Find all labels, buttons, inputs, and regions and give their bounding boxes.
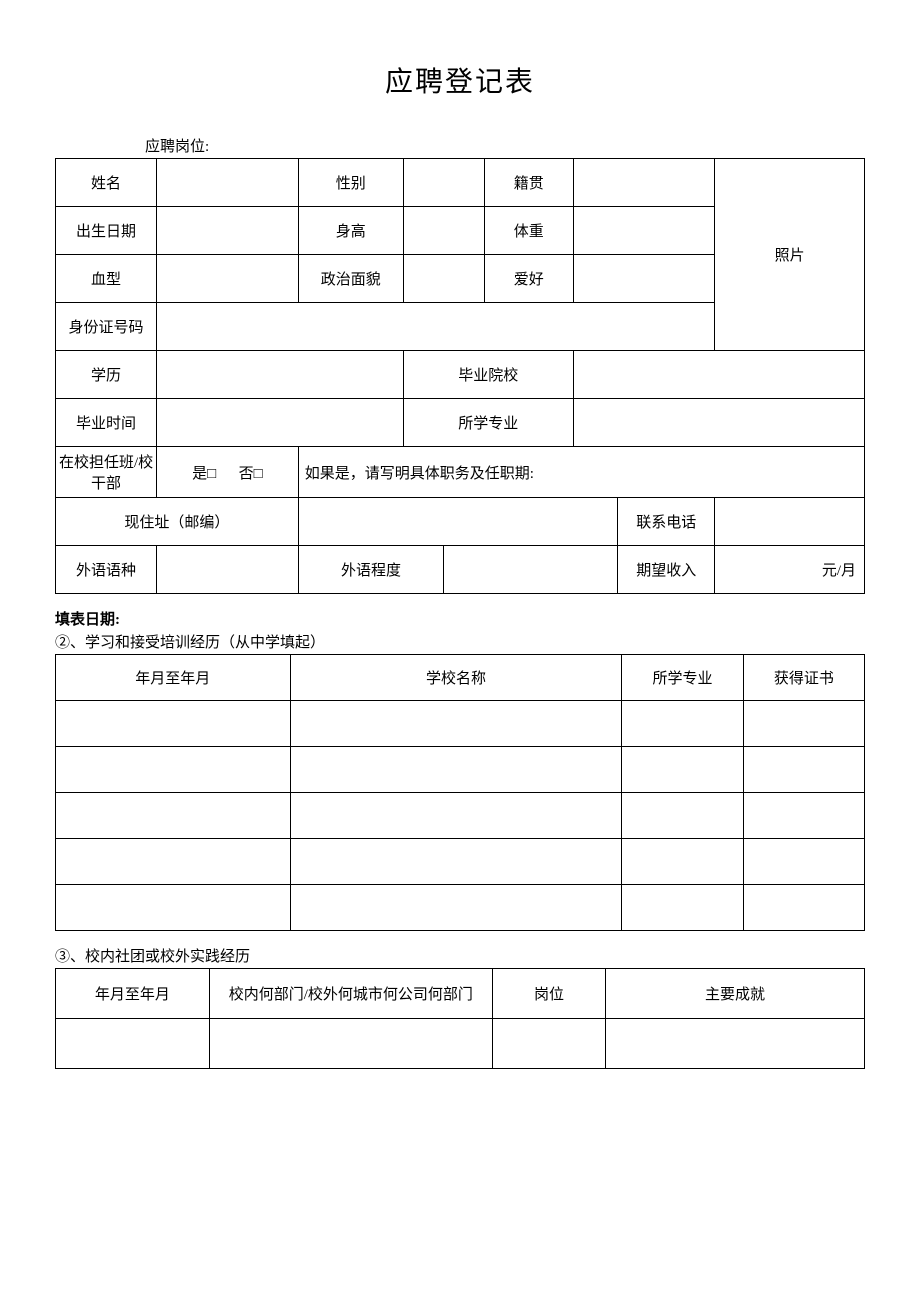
hobby-value[interactable] bbox=[573, 255, 715, 303]
edu-school-cell[interactable] bbox=[290, 839, 622, 885]
birth-value[interactable] bbox=[157, 207, 299, 255]
major-label: 所学专业 bbox=[403, 399, 573, 447]
edu-major-cell[interactable] bbox=[622, 747, 743, 793]
edu-school-cell[interactable] bbox=[290, 701, 622, 747]
table-row bbox=[56, 839, 865, 885]
name-value[interactable] bbox=[157, 159, 299, 207]
edu-cert-cell[interactable] bbox=[743, 747, 864, 793]
edu-cert-cell[interactable] bbox=[743, 839, 864, 885]
photo-cell: 照片 bbox=[715, 159, 865, 351]
weight-label: 体重 bbox=[484, 207, 573, 255]
phone-label: 联系电话 bbox=[618, 498, 715, 546]
education-history-table: 年月至年月 学校名称 所学专业 获得证书 bbox=[55, 654, 865, 931]
grad-time-label: 毕业时间 bbox=[56, 399, 157, 447]
grad-school-label: 毕业院校 bbox=[403, 351, 573, 399]
table-row bbox=[56, 793, 865, 839]
gender-label: 性别 bbox=[298, 159, 403, 207]
position-label: 应聘岗位: bbox=[145, 135, 865, 156]
exp-period-header: 年月至年月 bbox=[56, 969, 210, 1019]
foreign-level-value[interactable] bbox=[444, 546, 618, 594]
address-label: 现住址（邮编） bbox=[56, 498, 299, 546]
exp-post-cell[interactable] bbox=[492, 1019, 605, 1069]
table-row bbox=[56, 1019, 865, 1069]
address-value[interactable] bbox=[298, 498, 617, 546]
main-info-table: 姓名 性别 籍贯 照片 出生日期 身高 体重 血型 政治面貌 爱好 身份证号码 … bbox=[55, 158, 865, 594]
phone-value[interactable] bbox=[715, 498, 865, 546]
cadre-yesno-cell[interactable]: 是□ 否□ bbox=[157, 447, 299, 498]
grad-school-value[interactable] bbox=[573, 351, 864, 399]
edu-major-cell[interactable] bbox=[622, 885, 743, 931]
politics-label: 政治面貌 bbox=[298, 255, 403, 303]
blood-value[interactable] bbox=[157, 255, 299, 303]
table-header-row: 年月至年月 学校名称 所学专业 获得证书 bbox=[56, 655, 865, 701]
expected-salary-cell[interactable]: 元/月 bbox=[715, 546, 865, 594]
edu-school-header: 学校名称 bbox=[290, 655, 622, 701]
height-label: 身高 bbox=[298, 207, 403, 255]
edu-period-cell[interactable] bbox=[56, 839, 291, 885]
edu-cert-cell[interactable] bbox=[743, 701, 864, 747]
yes-checkbox[interactable]: 是□ bbox=[192, 466, 216, 482]
edu-period-cell[interactable] bbox=[56, 701, 291, 747]
weight-value[interactable] bbox=[573, 207, 715, 255]
table-row bbox=[56, 701, 865, 747]
edu-major-cell[interactable] bbox=[622, 839, 743, 885]
blood-label: 血型 bbox=[56, 255, 157, 303]
foreign-lang-label: 外语语种 bbox=[56, 546, 157, 594]
table-header-row: 年月至年月 校内何部门/校外何城市何公司何部门 岗位 主要成就 bbox=[56, 969, 865, 1019]
edu-major-header: 所学专业 bbox=[622, 655, 743, 701]
edu-major-cell[interactable] bbox=[622, 701, 743, 747]
foreign-level-label: 外语程度 bbox=[298, 546, 444, 594]
name-label: 姓名 bbox=[56, 159, 157, 207]
exp-dept-cell[interactable] bbox=[209, 1019, 492, 1069]
gender-value[interactable] bbox=[403, 159, 484, 207]
education-label: 学历 bbox=[56, 351, 157, 399]
native-place-value[interactable] bbox=[573, 159, 715, 207]
experience-table: 年月至年月 校内何部门/校外何城市何公司何部门 岗位 主要成就 bbox=[55, 968, 865, 1069]
edu-school-cell[interactable] bbox=[290, 747, 622, 793]
salary-unit: 元/月 bbox=[822, 559, 862, 580]
exp-post-header: 岗位 bbox=[492, 969, 605, 1019]
expected-salary-label: 期望收入 bbox=[618, 546, 715, 594]
edu-period-cell[interactable] bbox=[56, 793, 291, 839]
table-row bbox=[56, 747, 865, 793]
edu-cert-header: 获得证书 bbox=[743, 655, 864, 701]
birth-label: 出生日期 bbox=[56, 207, 157, 255]
cadre-detail-label[interactable]: 如果是，请写明具体职务及任职期: bbox=[298, 447, 864, 498]
exp-achievement-cell[interactable] bbox=[606, 1019, 865, 1069]
edu-major-cell[interactable] bbox=[622, 793, 743, 839]
major-value[interactable] bbox=[573, 399, 864, 447]
grad-time-value[interactable] bbox=[157, 399, 404, 447]
page-title: 应聘登记表 bbox=[55, 60, 865, 100]
native-place-label: 籍贯 bbox=[484, 159, 573, 207]
fill-date-label: 填表日期: bbox=[55, 608, 865, 629]
edu-school-cell[interactable] bbox=[290, 885, 622, 931]
hobby-label: 爱好 bbox=[484, 255, 573, 303]
height-value[interactable] bbox=[403, 207, 484, 255]
section2-label: ②、学习和接受培训经历（从中学填起） bbox=[55, 631, 865, 652]
id-number-value[interactable] bbox=[157, 303, 715, 351]
edu-school-cell[interactable] bbox=[290, 793, 622, 839]
foreign-lang-value[interactable] bbox=[157, 546, 299, 594]
school-cadre-label: 在校担任班/校干部 bbox=[56, 447, 157, 498]
politics-value[interactable] bbox=[403, 255, 484, 303]
section3-label: ③、校内社团或校外实践经历 bbox=[55, 945, 865, 966]
id-number-label: 身份证号码 bbox=[56, 303, 157, 351]
exp-period-cell[interactable] bbox=[56, 1019, 210, 1069]
edu-cert-cell[interactable] bbox=[743, 793, 864, 839]
education-value[interactable] bbox=[157, 351, 404, 399]
exp-dept-header: 校内何部门/校外何城市何公司何部门 bbox=[209, 969, 492, 1019]
edu-period-cell[interactable] bbox=[56, 747, 291, 793]
table-row bbox=[56, 885, 865, 931]
no-checkbox[interactable]: 否□ bbox=[239, 466, 263, 482]
edu-cert-cell[interactable] bbox=[743, 885, 864, 931]
edu-period-cell[interactable] bbox=[56, 885, 291, 931]
edu-period-header: 年月至年月 bbox=[56, 655, 291, 701]
exp-achievement-header: 主要成就 bbox=[606, 969, 865, 1019]
